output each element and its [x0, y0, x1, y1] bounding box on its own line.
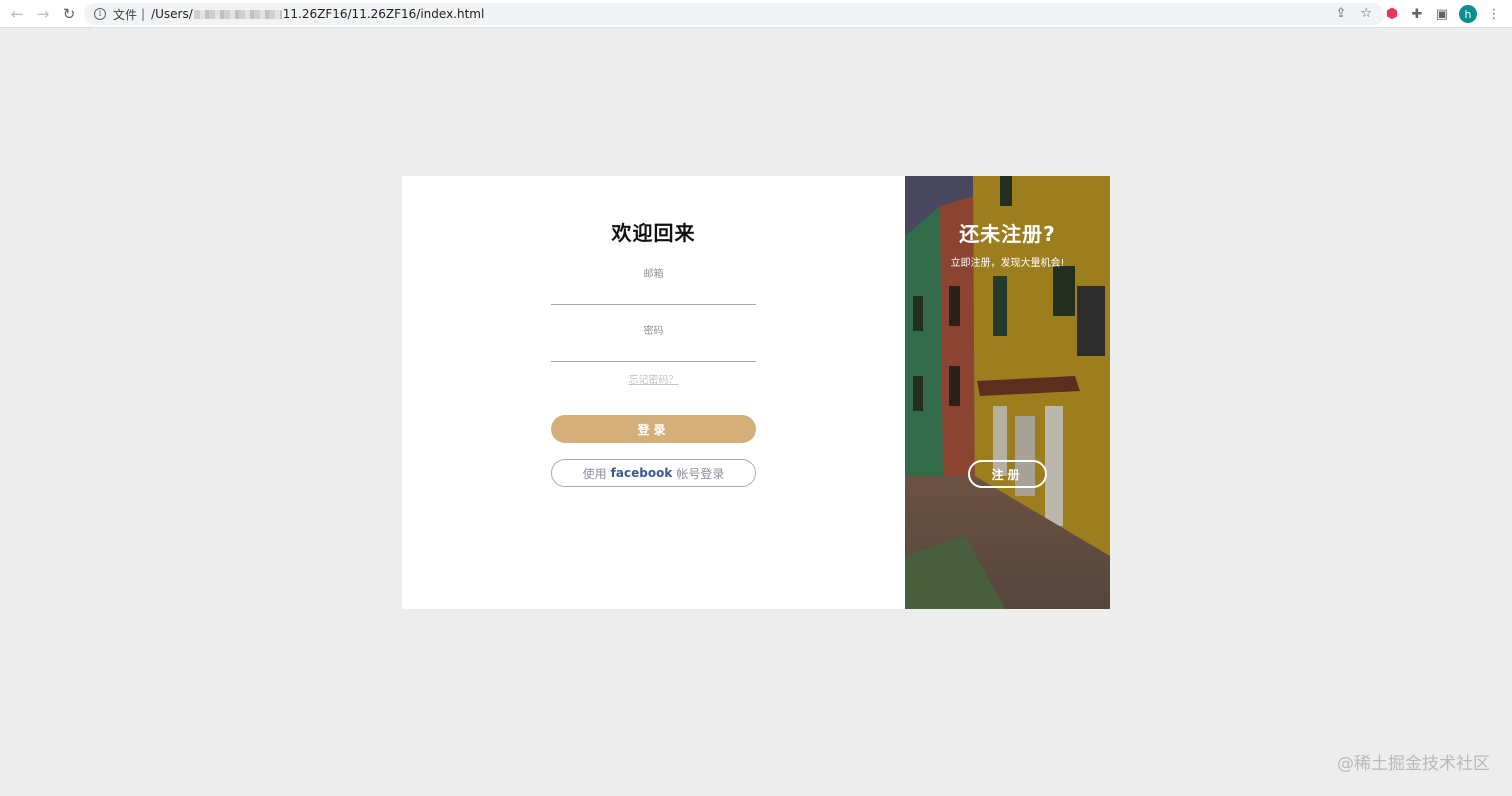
forgot-password-link[interactable]: 忘记密码？ [402, 371, 905, 386]
facebook-brand: facebook [610, 466, 673, 480]
signup-title: 还未注册? [959, 222, 1056, 246]
email-label: 邮箱 [643, 269, 664, 280]
password-input[interactable] [551, 340, 756, 362]
file-label: 文件 [113, 7, 138, 22]
puzzle-icon[interactable]: ✚ [1409, 4, 1425, 24]
password-label: 密码 [643, 326, 664, 337]
signup-image-panel: 还未注册? 立即注册，发现大量机会! 注册 [905, 176, 1110, 609]
email-field: 邮箱 [551, 265, 756, 305]
login-form: 欢迎回来 邮箱 密码 忘记密码？ 登录 使用 facebook 帐号登录 [402, 176, 905, 609]
forward-icon[interactable]: → [31, 2, 55, 26]
url-suffix: 11.26ZF16/11.26ZF16/index.html [282, 7, 485, 21]
menu-icon[interactable]: ⋮ [1486, 4, 1502, 24]
facebook-prefix: 使用 [582, 466, 607, 481]
email-input[interactable] [551, 283, 756, 305]
password-field: 密码 [551, 322, 756, 362]
side-panel-icon[interactable]: ▣ [1434, 4, 1450, 24]
extension-icon[interactable]: ⬢ [1384, 4, 1400, 24]
reload-icon[interactable]: ↻ [57, 2, 81, 26]
watermark: @稀土掘金技术社区 [1337, 754, 1490, 774]
facebook-login-button[interactable]: 使用 facebook 帐号登录 [551, 459, 756, 487]
address-bar[interactable]: i 文件 | /Users/11.26ZF16/11.26ZF16/index.… [84, 3, 1384, 25]
share-icon[interactable]: ⇪ [1335, 6, 1346, 21]
facebook-suffix: 帐号登录 [676, 466, 725, 481]
url-separator: | [141, 7, 146, 21]
info-icon[interactable]: i [94, 8, 106, 20]
register-button[interactable]: 注册 [968, 460, 1047, 488]
profile-avatar[interactable]: h [1459, 5, 1477, 23]
bookmark-star-icon[interactable]: ☆ [1360, 6, 1372, 21]
redacted-path [193, 10, 282, 19]
url-prefix: /Users/ [151, 7, 193, 21]
signup-subtitle: 立即注册，发现大量机会! [950, 258, 1065, 269]
login-title: 欢迎回来 [611, 221, 696, 245]
login-card: 欢迎回来 邮箱 密码 忘记密码？ 登录 使用 facebook 帐号登录 还未注… [402, 176, 1110, 609]
back-icon[interactable]: ← [5, 2, 29, 26]
url-text[interactable]: /Users/11.26ZF16/11.26ZF16/index.html [151, 7, 484, 21]
login-button[interactable]: 登录 [551, 415, 756, 443]
browser-toolbar: ← → ↻ i 文件 | /Users/11.26ZF16/11.26ZF16/… [0, 0, 1512, 28]
